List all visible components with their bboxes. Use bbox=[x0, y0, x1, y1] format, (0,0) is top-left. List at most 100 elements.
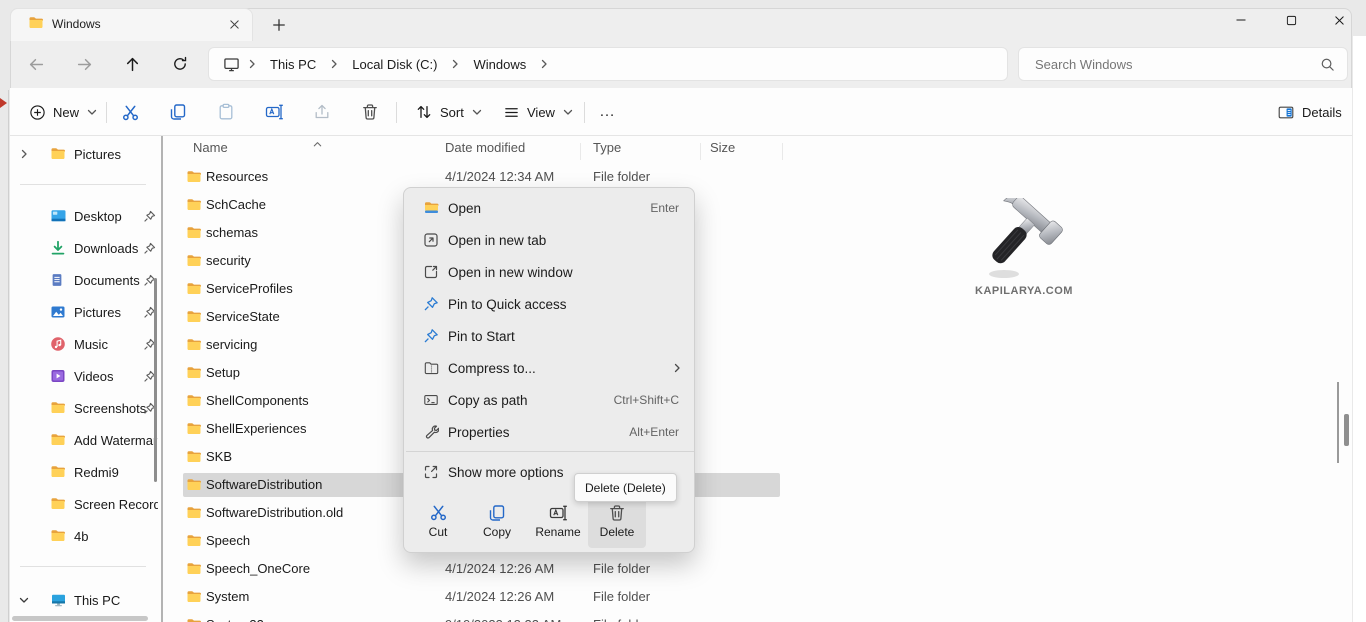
column-separator[interactable] bbox=[782, 143, 783, 160]
table-row[interactable]: Speech_OneCore 4/1/2024 12:26 AM File fo… bbox=[183, 555, 780, 583]
sidebar-item-add-watermark[interactable]: Add Watermark bbox=[10, 424, 160, 456]
quick-action-rename[interactable]: Rename bbox=[529, 494, 587, 548]
file-type: File folder bbox=[593, 611, 650, 622]
file-list-scrollbar[interactable] bbox=[1337, 382, 1339, 463]
back-button[interactable] bbox=[22, 50, 50, 78]
maximize-button[interactable] bbox=[1269, 6, 1313, 34]
chevron-down-icon[interactable] bbox=[18, 594, 32, 606]
view-button-label: View bbox=[527, 105, 555, 120]
column-header-date-modified[interactable]: Date modified bbox=[445, 140, 525, 155]
share-button[interactable] bbox=[304, 95, 340, 129]
sidebar-item-screenshots[interactable]: Screenshots bbox=[10, 392, 160, 424]
share-icon bbox=[313, 103, 331, 121]
this-pc-icon bbox=[50, 592, 67, 608]
sidebar-item-desktop[interactable]: Desktop bbox=[10, 200, 160, 232]
file-name: Speech_OneCore bbox=[206, 555, 310, 583]
pin-blue-icon bbox=[422, 328, 440, 344]
sidebar-item-this-pc[interactable]: This PC bbox=[10, 584, 160, 616]
file-name: schemas bbox=[206, 219, 258, 247]
search-box[interactable] bbox=[1018, 47, 1348, 81]
sidebar-divider bbox=[20, 566, 146, 567]
sidebar-item-downloads[interactable]: Downloads bbox=[10, 232, 160, 264]
forward-button[interactable] bbox=[70, 50, 98, 78]
music-icon bbox=[50, 336, 67, 352]
file-date-modified: 4/1/2024 12:26 AM bbox=[445, 583, 554, 611]
quick-action-delete[interactable]: Delete bbox=[588, 494, 646, 548]
file-name: ShellComponents bbox=[206, 387, 309, 415]
rename-button[interactable] bbox=[256, 95, 292, 129]
details-button[interactable]: Details bbox=[1268, 92, 1351, 132]
sort-button[interactable]: Sort bbox=[406, 92, 492, 132]
breadcrumb-item[interactable]: Windows bbox=[467, 57, 532, 72]
column-header-type[interactable]: Type bbox=[593, 140, 621, 155]
show-more-icon bbox=[422, 464, 440, 480]
rename-icon bbox=[265, 103, 284, 121]
window-edge-scrollbar[interactable] bbox=[1344, 414, 1349, 446]
folder-icon bbox=[186, 477, 202, 498]
search-input[interactable] bbox=[1019, 57, 1320, 72]
sidebar-item-pictures[interactable]: Pictures bbox=[10, 296, 160, 328]
menu-item-open[interactable]: Open Enter bbox=[408, 192, 692, 224]
quick-action-label: Cut bbox=[429, 525, 448, 539]
up-button[interactable] bbox=[118, 50, 146, 78]
sidebar-vertical-scrollbar[interactable] bbox=[154, 278, 157, 482]
folder-icon bbox=[186, 589, 202, 610]
breadcrumb-item[interactable]: This PC bbox=[264, 57, 322, 72]
see-more-button[interactable]: … bbox=[590, 92, 625, 132]
folder-icon bbox=[186, 561, 202, 582]
sidebar-tree-item-pictures[interactable]: Pictures bbox=[10, 138, 160, 170]
cut-button[interactable] bbox=[112, 95, 148, 129]
toolbar-divider bbox=[106, 102, 107, 123]
new-button[interactable]: New bbox=[20, 92, 107, 132]
delete-button[interactable] bbox=[352, 95, 388, 129]
quick-action-cut[interactable]: Cut bbox=[409, 494, 467, 548]
close-button[interactable] bbox=[1317, 6, 1361, 34]
refresh-button[interactable] bbox=[166, 50, 194, 78]
file-name: ServiceState bbox=[206, 303, 280, 331]
tab-close-icon[interactable] bbox=[224, 14, 244, 34]
column-header-size[interactable]: Size bbox=[710, 140, 735, 155]
menu-shortcut: Alt+Enter bbox=[629, 425, 679, 439]
sidebar-horizontal-scrollbar[interactable] bbox=[12, 616, 148, 621]
delete-tooltip: Delete (Delete) bbox=[574, 473, 677, 502]
sidebar-item-documents[interactable]: Documents bbox=[10, 264, 160, 296]
table-row[interactable]: System 4/1/2024 12:26 AM File folder bbox=[183, 583, 780, 611]
details-button-label: Details bbox=[1302, 105, 1342, 120]
breadcrumb[interactable]: This PC Local Disk (C:) Windows bbox=[208, 47, 1008, 81]
tab-windows[interactable] bbox=[10, 8, 253, 41]
menu-item-pin-to-quick-access[interactable]: Pin to Quick access bbox=[408, 288, 692, 320]
sidebar-item-redmi9[interactable]: Redmi9 bbox=[10, 456, 160, 488]
view-button[interactable]: View bbox=[494, 92, 583, 132]
copy-icon bbox=[169, 103, 187, 121]
menu-item-copy-as-path[interactable]: Copy as path Ctrl+Shift+C bbox=[408, 384, 692, 416]
sort-ascending-icon[interactable] bbox=[312, 137, 323, 155]
pane-splitter[interactable] bbox=[161, 136, 163, 622]
paste-button[interactable] bbox=[208, 95, 244, 129]
folder-icon bbox=[50, 496, 67, 512]
copy-button[interactable] bbox=[160, 95, 196, 129]
menu-item-open-in-new-tab[interactable]: Open in new tab bbox=[408, 224, 692, 256]
new-tab-button[interactable] bbox=[268, 14, 290, 36]
delete-icon bbox=[608, 504, 626, 522]
file-name: Resources bbox=[206, 163, 268, 191]
table-row[interactable]: System32 9/19/2023 12:22 AM File folder bbox=[183, 611, 780, 622]
details-pane-icon bbox=[1277, 104, 1295, 121]
breadcrumb-item[interactable]: Local Disk (C:) bbox=[346, 57, 443, 72]
sidebar-item-4b[interactable]: 4b bbox=[10, 520, 160, 552]
column-separator[interactable] bbox=[580, 143, 581, 160]
file-name: ServiceProfiles bbox=[206, 275, 293, 303]
sidebar-item-videos[interactable]: Videos bbox=[10, 360, 160, 392]
ellipsis-icon: … bbox=[599, 103, 616, 121]
menu-item-open-in-new-window[interactable]: Open in new window bbox=[408, 256, 692, 288]
sidebar-item-screen-recordin[interactable]: Screen Recordin bbox=[10, 488, 160, 520]
menu-item-properties[interactable]: Properties Alt+Enter bbox=[408, 416, 692, 448]
column-separator[interactable] bbox=[700, 143, 701, 160]
minimize-button[interactable] bbox=[1219, 6, 1263, 34]
menu-item-pin-to-start[interactable]: Pin to Start bbox=[408, 320, 692, 352]
menu-item-compress-to-[interactable]: Compress to... bbox=[408, 352, 692, 384]
chevron-right-icon[interactable] bbox=[18, 148, 32, 160]
background-window-artifact bbox=[0, 98, 7, 108]
sidebar-item-music[interactable]: Music bbox=[10, 328, 160, 360]
column-header-name[interactable]: Name bbox=[193, 140, 228, 155]
quick-action-copy[interactable]: Copy bbox=[468, 494, 526, 548]
